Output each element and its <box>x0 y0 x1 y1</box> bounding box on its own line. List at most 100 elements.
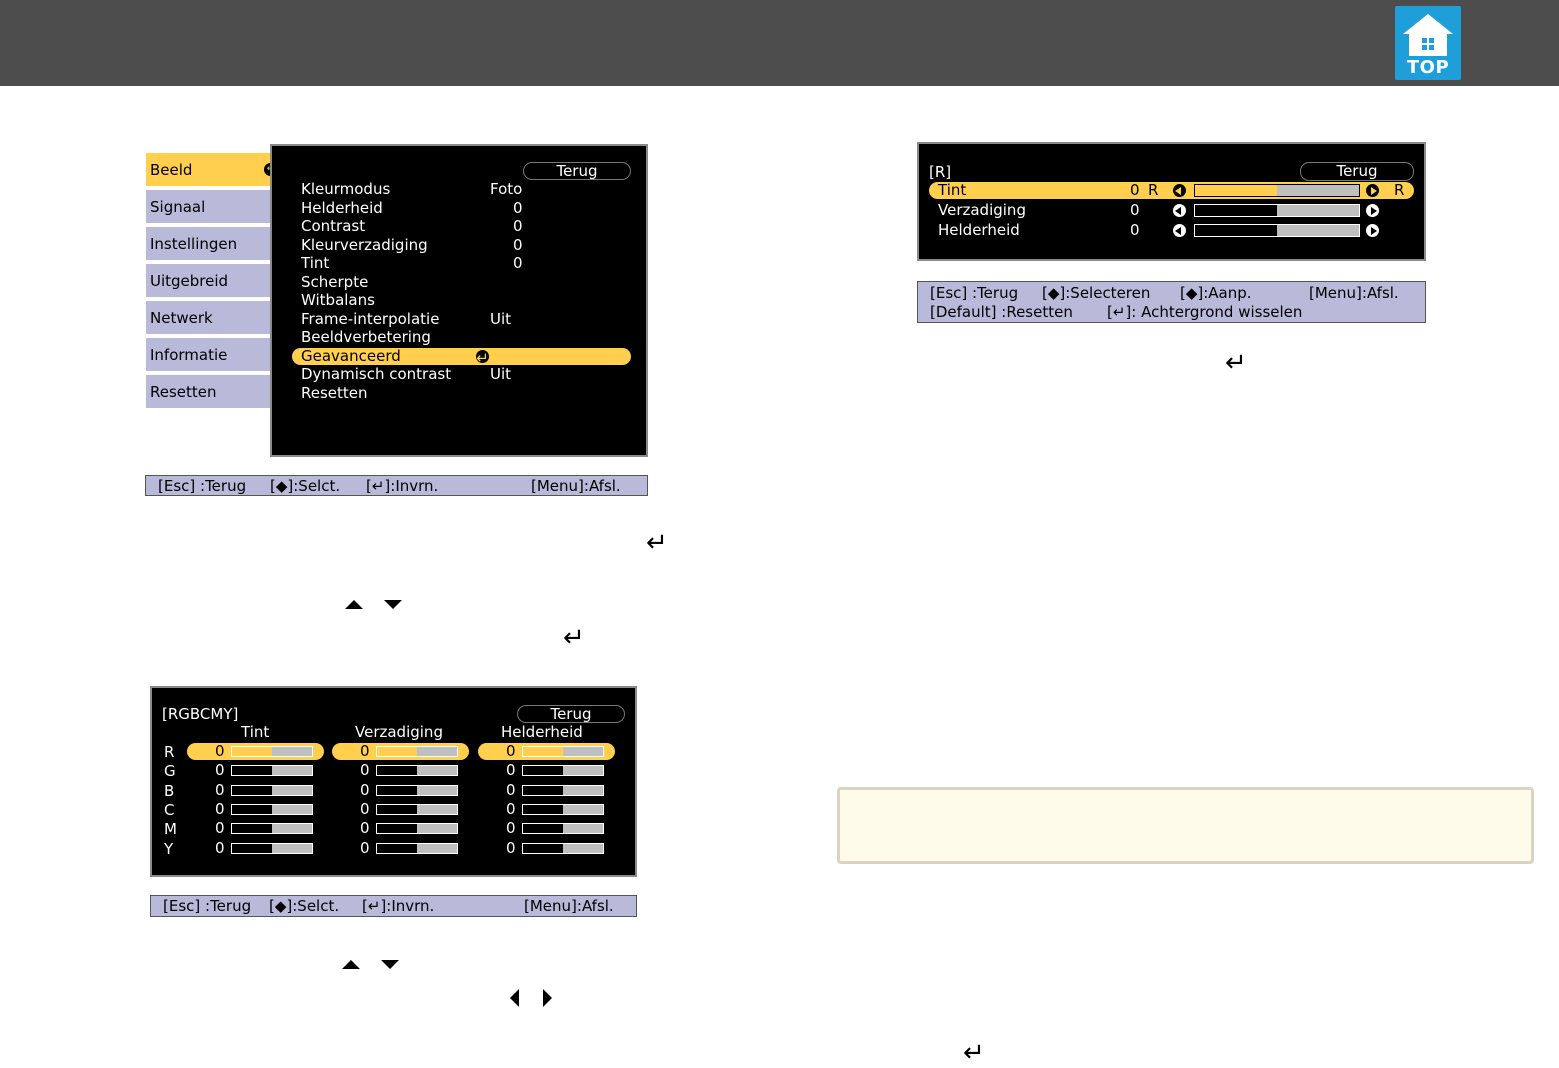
column-verzadiging: Verzadiging <box>355 723 443 741</box>
slider-cell[interactable]: 0 <box>187 782 324 799</box>
item-label: Geavanceerd <box>301 347 401 365</box>
slider-cell[interactable]: 0 <box>332 743 469 760</box>
slider-fill <box>523 824 563 833</box>
slider-fill <box>232 844 272 853</box>
menu-item-resetten[interactable]: Resetten <box>292 385 631 402</box>
down-arrow-icon <box>384 600 402 609</box>
help-menu: [Menu]:Afsl. <box>531 477 621 495</box>
right-arrow-icon[interactable] <box>1366 184 1379 197</box>
tab-informatie[interactable]: Informatie <box>145 337 271 371</box>
left-arrow-icon[interactable] <box>1173 184 1186 197</box>
slider-value: 0 <box>360 742 370 760</box>
right-arrow-icon[interactable] <box>1366 224 1379 237</box>
slider-bar <box>1194 224 1360 237</box>
slider-cell[interactable]: 0 <box>332 820 469 837</box>
item-value: 0 <box>513 254 523 272</box>
item-value: 0 <box>1130 201 1140 219</box>
left-arrow-icon[interactable] <box>1173 224 1186 237</box>
item-label: Scherpte <box>301 273 369 291</box>
menu-item-beeldverbetering[interactable]: Beeldverbetering <box>292 329 631 346</box>
slider-cell[interactable]: 0 <box>478 782 615 799</box>
item-label: Dynamisch contrast <box>301 365 452 383</box>
slider-cell[interactable]: 0 <box>478 801 615 818</box>
menu-item-kleurmodus[interactable]: Kleurmodus Foto <box>292 181 631 198</box>
tab-instellingen[interactable]: Instellingen <box>145 226 271 260</box>
left-arrow-icon[interactable] <box>1173 204 1186 217</box>
back-button[interactable]: Terug <box>517 705 625 723</box>
menu-item-contrast[interactable]: Contrast 0 <box>292 218 631 235</box>
tab-label: Informatie <box>150 346 228 364</box>
slider-cell[interactable]: 0 <box>187 840 324 857</box>
slider-cell[interactable]: 0 <box>332 782 469 799</box>
menu-item-witbalans[interactable]: Witbalans <box>292 292 631 309</box>
menu3-panel: [R] Terug Tint 0 R R Verzadiging 0 Helderheid 0 <box>917 142 1426 261</box>
top-home-icon <box>1403 14 1453 56</box>
up-arrow-icon <box>345 600 363 609</box>
row-label: R <box>164 743 175 761</box>
slider-cell[interactable]: 0 <box>478 743 615 760</box>
item-value: Foto <box>490 180 523 198</box>
tab-label: Uitgebreid <box>150 272 229 290</box>
enter-key-icon: ↵ <box>563 623 585 653</box>
help-esc: [Esc] :Terug <box>930 284 1019 302</box>
r-item-tint[interactable]: Tint 0 R R <box>929 182 1414 199</box>
slider-bar <box>522 785 604 796</box>
slider-cell[interactable]: 0 <box>187 743 324 760</box>
tab-signaal[interactable]: Signaal <box>145 189 271 223</box>
slider-value: 0 <box>215 761 225 779</box>
slider-value: 0 <box>506 839 516 857</box>
slider-cell[interactable]: 0 <box>332 801 469 818</box>
tab-uitgebreid[interactable]: Uitgebreid <box>145 263 271 297</box>
slider-fill <box>232 766 272 775</box>
menu1-help-bar: [Esc] :Terug [◆]:Selct. [↵]:Invrn. [Menu… <box>145 475 648 496</box>
item-value: Uit <box>490 365 512 383</box>
menu-item-frame-interpolatie[interactable]: Frame-interpolatie Uit <box>292 311 631 328</box>
slider-cell[interactable]: 0 <box>332 840 469 857</box>
slider-cell[interactable]: 0 <box>187 762 324 779</box>
right-arrow-icon[interactable] <box>1366 204 1379 217</box>
help-select: [◆]:Selecteren <box>1042 284 1151 302</box>
menu-item-tint[interactable]: Tint 0 <box>292 255 631 272</box>
menu-item-kleurverzadiging[interactable]: Kleurverzadiging 0 <box>292 237 631 254</box>
top-label: TOP <box>1406 57 1450 78</box>
menu-item-helderheid[interactable]: Helderheid 0 <box>292 200 631 217</box>
slider-fill <box>377 844 417 853</box>
tab-beeld[interactable]: Beeld↵ <box>145 152 283 186</box>
slider-value: 0 <box>506 761 516 779</box>
slider-value: 0 <box>360 819 370 837</box>
slider-value: 0 <box>215 839 225 857</box>
menu-item-geavanceerd[interactable]: Geavanceerd ↵ <box>292 347 631 367</box>
back-button[interactable]: Terug <box>523 162 631 180</box>
menu2-panel: [RGBCMY] Terug Tint Verzadiging Helderhe… <box>150 686 637 877</box>
slider-value: 0 <box>215 742 225 760</box>
top-button[interactable]: TOP <box>1395 6 1461 80</box>
help-enter: [↵]:Invrn. <box>366 477 439 495</box>
slider-fill <box>1195 205 1277 216</box>
slider-cell[interactable]: 0 <box>332 762 469 779</box>
slider-bar <box>376 785 458 796</box>
slider-bar <box>231 765 313 776</box>
r-item-verzadiging[interactable]: Verzadiging 0 <box>929 202 1414 219</box>
slider-bar <box>522 746 604 757</box>
menu-item-dynamisch-contrast[interactable]: Dynamisch contrast Uit <box>292 366 631 383</box>
slider-cell[interactable]: 0 <box>187 801 324 818</box>
slider-fill <box>232 747 272 756</box>
tab-resetten[interactable]: Resetten <box>145 374 271 408</box>
help-esc: [Esc] :Terug <box>158 477 247 495</box>
slider-bar <box>522 804 604 815</box>
menu-item-scherpte[interactable]: Scherpte <box>292 274 631 291</box>
slider-value: 0 <box>506 781 516 799</box>
help-menu: [Menu]:Afsl. <box>1309 284 1399 302</box>
slider-cell[interactable]: 0 <box>478 762 615 779</box>
slider-value: 0 <box>215 781 225 799</box>
item-label: Tint <box>301 254 330 272</box>
r-item-helderheid[interactable]: Helderheid 0 <box>929 222 1414 239</box>
tab-netwerk[interactable]: Netwerk <box>145 300 271 334</box>
slider-value: 0 <box>215 819 225 837</box>
slider-cell[interactable]: 0 <box>187 820 324 837</box>
item-label: Tint <box>938 181 967 199</box>
back-button[interactable]: Terug <box>1300 162 1414 181</box>
slider-bar <box>231 804 313 815</box>
slider-cell[interactable]: 0 <box>478 820 615 837</box>
slider-cell[interactable]: 0 <box>478 840 615 857</box>
